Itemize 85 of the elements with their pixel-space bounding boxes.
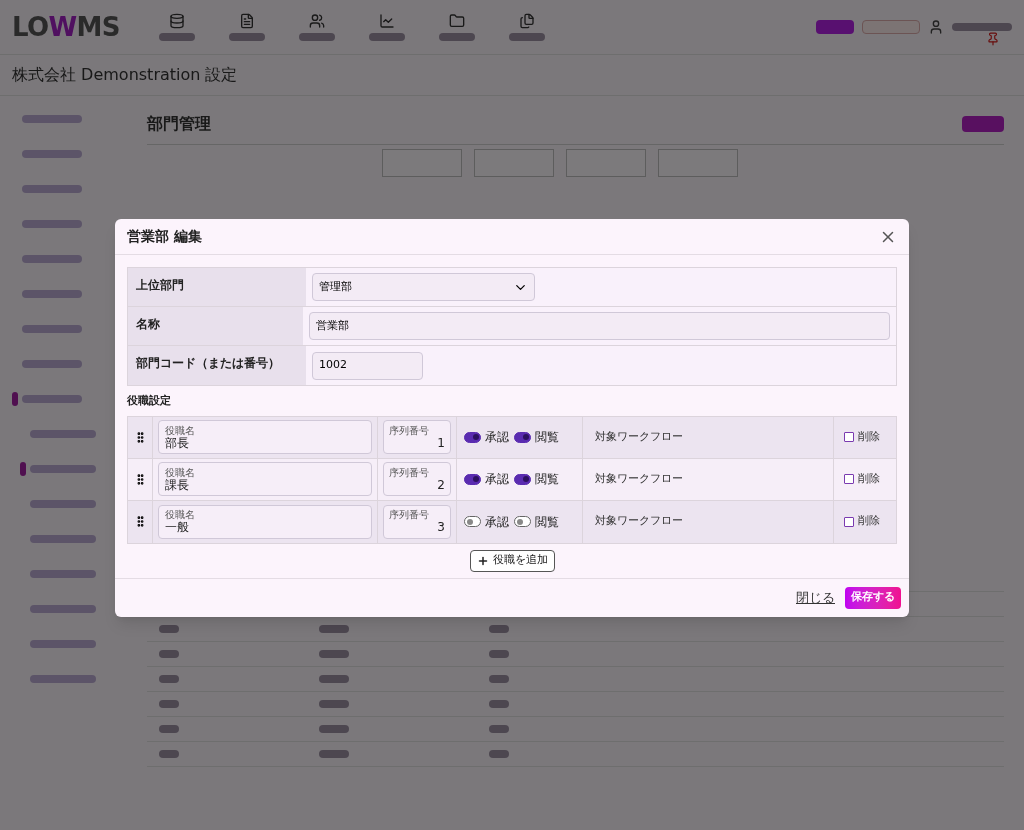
text-placeholder bbox=[319, 725, 349, 733]
delete-checkbox[interactable]: 削除 bbox=[834, 416, 896, 458]
text-placeholder bbox=[438, 33, 475, 41]
toggle-switch[interactable]: 閲覧 bbox=[514, 470, 559, 488]
field-label: 名称 bbox=[128, 307, 303, 345]
text-placeholder bbox=[319, 700, 349, 708]
text-placeholder bbox=[22, 220, 82, 228]
text-placeholder bbox=[489, 700, 509, 708]
text-placeholder bbox=[159, 675, 179, 683]
page-title: 株式会社 Demonstration 設定 bbox=[0, 55, 1024, 96]
text-placeholder bbox=[30, 640, 96, 648]
text-placeholder bbox=[228, 33, 265, 41]
text-placeholder bbox=[30, 570, 96, 578]
plus-icon bbox=[476, 554, 489, 567]
delete-checkbox[interactable]: 削除 bbox=[834, 458, 896, 500]
text-placeholder bbox=[30, 500, 96, 508]
nav-icon[interactable] bbox=[168, 13, 185, 29]
text-placeholder bbox=[159, 700, 179, 708]
text-placeholder bbox=[489, 650, 509, 658]
workflow-label: 対象ワークフロー bbox=[595, 513, 683, 530]
text-placeholder bbox=[508, 33, 545, 41]
text-placeholder bbox=[159, 725, 179, 733]
text-placeholder bbox=[30, 430, 96, 438]
nav-icon[interactable] bbox=[378, 13, 395, 29]
text-placeholder bbox=[158, 33, 195, 41]
text-placeholder bbox=[489, 750, 509, 758]
user-icon[interactable] bbox=[928, 19, 944, 35]
toggle-switch[interactable]: 閲覧 bbox=[514, 512, 559, 531]
text-placeholder bbox=[22, 395, 82, 403]
text-placeholder bbox=[952, 23, 1012, 31]
close-link[interactable]: 閉じる bbox=[796, 587, 835, 608]
text-placeholder bbox=[22, 360, 82, 368]
text-placeholder bbox=[319, 625, 349, 633]
workflow-label: 対象ワークフロー bbox=[595, 428, 683, 445]
text-placeholder bbox=[319, 675, 349, 683]
pin-icon[interactable] bbox=[986, 32, 1000, 46]
text-placeholder bbox=[159, 750, 179, 758]
toggle-switch[interactable]: 承認 bbox=[464, 470, 509, 488]
workflow-label: 対象ワークフロー bbox=[595, 470, 683, 487]
text-placeholder bbox=[30, 675, 96, 683]
nav-icon[interactable] bbox=[518, 13, 535, 29]
text-placeholder bbox=[30, 535, 96, 543]
input-field[interactable]: 序列番号 2 bbox=[383, 462, 451, 496]
text-placeholder bbox=[159, 650, 179, 658]
text-placeholder bbox=[489, 625, 509, 633]
field-label: 部門コード（または番号） bbox=[128, 346, 306, 385]
select-field[interactable]: 管理部 bbox=[312, 273, 535, 301]
delete-checkbox[interactable]: 削除 bbox=[834, 500, 896, 543]
dialog-title: 営業部 編集 bbox=[127, 227, 202, 246]
logo: LOWMS bbox=[12, 10, 120, 44]
text-placeholder bbox=[22, 325, 82, 333]
toggle-switch[interactable]: 承認 bbox=[464, 428, 509, 446]
text-placeholder bbox=[22, 150, 82, 158]
roles-heading: 役職設定 bbox=[127, 393, 172, 409]
input-field[interactable]: 営業部 bbox=[309, 312, 890, 340]
input-field[interactable]: 序列番号 1 bbox=[383, 420, 451, 454]
toggle-switch[interactable]: 閲覧 bbox=[514, 428, 559, 446]
text-placeholder bbox=[22, 115, 82, 123]
text-placeholder bbox=[489, 675, 509, 683]
text-placeholder bbox=[319, 750, 349, 758]
input-field[interactable]: 役職名 一般 bbox=[158, 504, 372, 539]
text-placeholder bbox=[22, 255, 82, 263]
text-placeholder bbox=[30, 605, 96, 613]
nav-icon[interactable] bbox=[308, 13, 325, 29]
plan-badge bbox=[816, 20, 854, 34]
save-button[interactable]: 保存する bbox=[845, 586, 901, 609]
text-placeholder bbox=[30, 465, 96, 473]
text-placeholder bbox=[22, 185, 82, 193]
text-placeholder bbox=[319, 650, 349, 658]
input-field[interactable]: 1002 bbox=[312, 351, 423, 380]
text-placeholder bbox=[298, 33, 335, 41]
toggle-switch[interactable]: 承認 bbox=[464, 512, 509, 531]
status-badge bbox=[862, 20, 920, 34]
section-title: 部門管理 bbox=[147, 113, 211, 135]
input-field[interactable]: 役職名 部長 bbox=[158, 420, 372, 454]
text-placeholder bbox=[489, 725, 509, 733]
text-placeholder bbox=[368, 33, 405, 41]
text-placeholder bbox=[159, 625, 179, 633]
add-role-button[interactable]: 役職を追加 bbox=[469, 549, 555, 572]
input-field[interactable]: 役職名 課長 bbox=[158, 462, 372, 496]
input-field[interactable]: 序列番号 3 bbox=[383, 504, 451, 539]
field-label: 上位部門 bbox=[128, 268, 306, 306]
nav-icon[interactable] bbox=[448, 13, 465, 29]
text-placeholder bbox=[22, 290, 82, 298]
nav-icon[interactable] bbox=[238, 13, 255, 29]
